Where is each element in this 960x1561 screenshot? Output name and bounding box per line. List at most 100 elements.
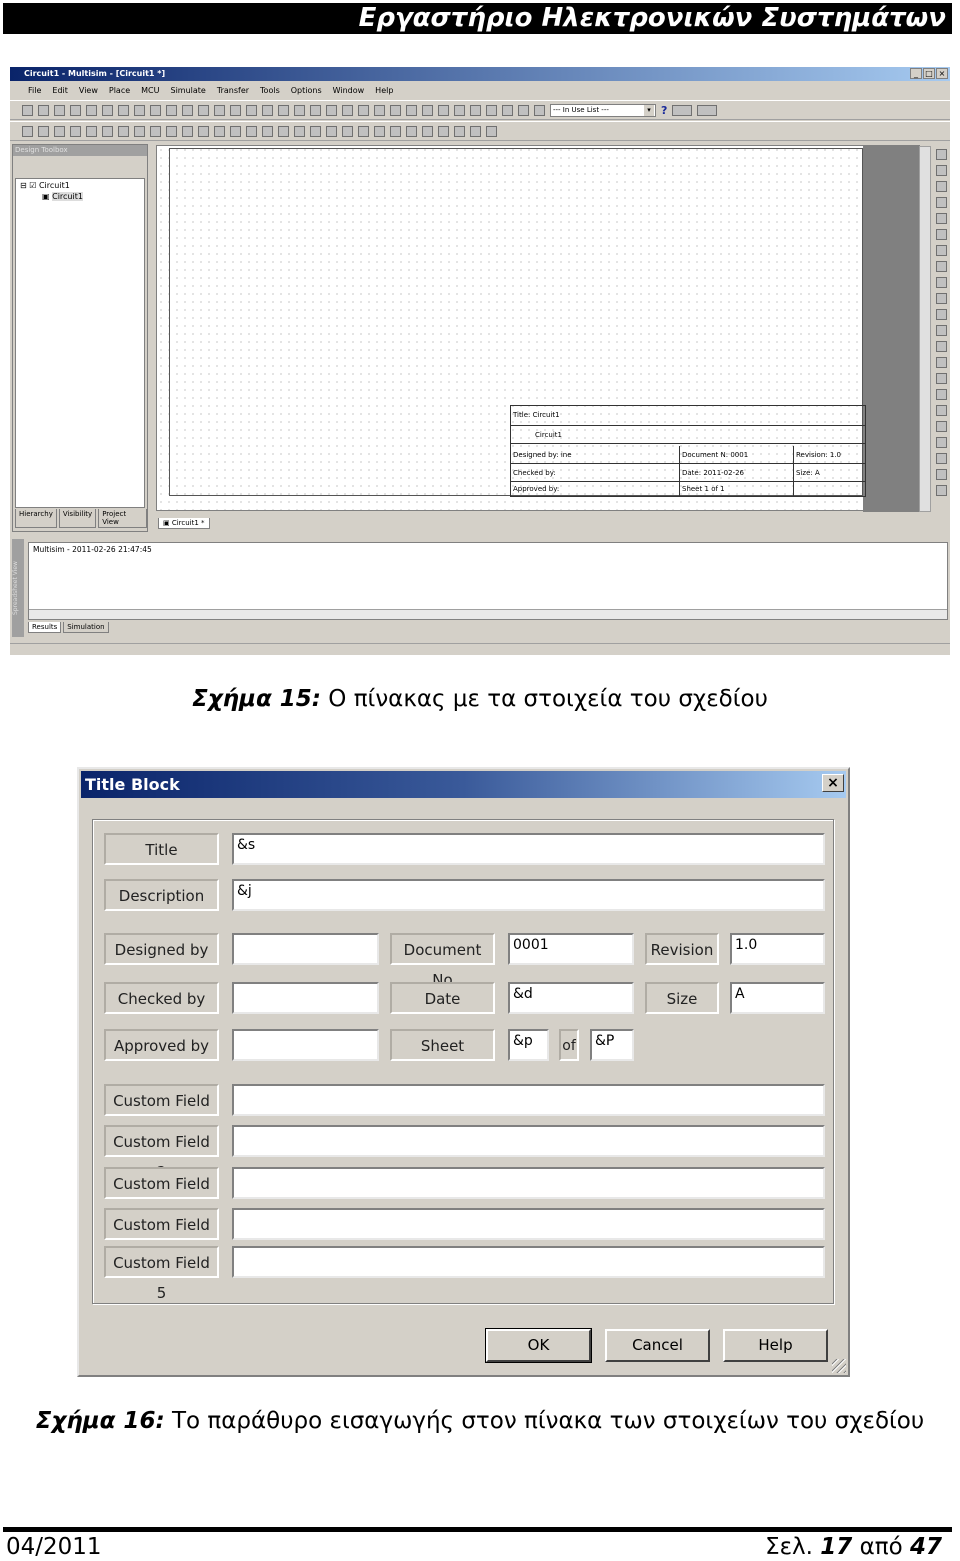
toolbar-button-icon[interactable] [422, 104, 433, 116]
sheet-total-input[interactable]: &P [590, 1029, 634, 1061]
toolbar-button-icon[interactable] [438, 125, 449, 137]
toolbar-button-icon[interactable] [342, 125, 353, 137]
menu-transfer[interactable]: Transfer [217, 83, 249, 98]
close-button[interactable]: × [822, 774, 844, 792]
menu-file[interactable]: File [28, 83, 41, 98]
toolbar-button-icon[interactable] [22, 104, 33, 116]
toolbar-button-icon[interactable] [326, 104, 337, 116]
custom-field-5-input[interactable] [232, 1246, 825, 1278]
title-block[interactable]: Title: Circuit1 Circuit1 Designed by: in… [510, 405, 866, 497]
toolbar-button-icon[interactable] [182, 104, 193, 116]
toolbar-button-icon[interactable] [150, 125, 161, 137]
instrument-icon[interactable] [935, 469, 947, 480]
custom-field-1-input[interactable] [232, 1084, 825, 1116]
cancel-button[interactable]: Cancel [605, 1329, 710, 1362]
toolbar-button-icon[interactable] [454, 104, 465, 116]
toolbar-button-icon[interactable] [278, 125, 289, 137]
tree-item-child[interactable]: ▣ Circuit1 [16, 192, 144, 201]
instrument-icon[interactable] [935, 277, 947, 288]
instrument-icon[interactable] [935, 485, 947, 496]
help-icon[interactable]: ? [661, 104, 667, 117]
toolbar-button-icon[interactable] [486, 104, 497, 116]
toolbar-button-icon[interactable] [310, 125, 321, 137]
menu-view[interactable]: View [79, 83, 98, 98]
instrument-icon[interactable] [935, 373, 947, 384]
toolbar-button-icon[interactable] [214, 125, 225, 137]
menu-mcu[interactable]: MCU [141, 83, 159, 98]
document-no-input[interactable]: 0001 [508, 933, 634, 965]
instrument-icon[interactable] [935, 389, 947, 400]
toolbar-button-icon[interactable] [310, 104, 321, 116]
instrument-icon[interactable] [935, 421, 947, 432]
tab-simulation[interactable]: Simulation [63, 622, 109, 633]
toolbar-button-icon[interactable] [54, 104, 65, 116]
toolbar-button-icon[interactable] [294, 104, 305, 116]
toolbar-button-icon[interactable] [198, 125, 209, 137]
toolbar-button-icon[interactable] [134, 125, 145, 137]
toolbar-button-icon[interactable] [697, 104, 718, 116]
custom-field-4-input[interactable] [232, 1208, 825, 1240]
date-input[interactable]: &d [508, 982, 634, 1014]
size-input[interactable]: A [730, 982, 825, 1014]
toolbar-button-icon[interactable] [102, 104, 113, 116]
toolbar-button-icon[interactable] [166, 104, 177, 116]
instrument-icon[interactable] [935, 261, 947, 272]
menu-tools[interactable]: Tools [260, 83, 280, 98]
toolbar-button-icon[interactable] [262, 125, 273, 137]
toolbar-button-icon[interactable] [294, 125, 305, 137]
toolbar-button-icon[interactable] [118, 125, 129, 137]
toolbar-button-icon[interactable] [278, 104, 289, 116]
toolbar-button-icon[interactable] [406, 125, 417, 137]
menu-place[interactable]: Place [109, 83, 130, 98]
toolbar-button-icon[interactable] [454, 125, 465, 137]
tab-visibility[interactable]: Visibility [58, 509, 97, 528]
toolbar-button-icon[interactable] [118, 104, 129, 116]
toolbar-button-icon[interactable] [246, 125, 257, 137]
toolbar-button-icon[interactable] [534, 104, 545, 116]
toolbar-button-icon[interactable] [70, 104, 81, 116]
toolbar-button-icon[interactable] [134, 104, 145, 116]
ok-button[interactable]: OK [485, 1328, 592, 1363]
toolbar-button-icon[interactable] [150, 104, 161, 116]
tab-project-view[interactable]: Project View [98, 509, 147, 528]
toolbar-button-icon[interactable] [86, 104, 97, 116]
instrument-icon[interactable] [935, 197, 947, 208]
toolbar-button-icon[interactable] [358, 104, 369, 116]
toolbar-button-icon[interactable] [374, 125, 385, 137]
toolbar-button-icon[interactable] [390, 125, 401, 137]
toolbar-button-icon[interactable] [182, 125, 193, 137]
toolbar-button-icon[interactable] [102, 125, 113, 137]
toolbar-button-icon[interactable] [518, 104, 529, 116]
menu-window[interactable]: Window [333, 83, 365, 98]
instrument-icon[interactable] [935, 149, 947, 160]
toolbar-button-icon[interactable] [166, 125, 177, 137]
toolbar-button-icon[interactable] [86, 125, 97, 137]
instrument-icon[interactable] [935, 245, 947, 256]
instrument-icon[interactable] [935, 165, 947, 176]
toolbar-button-icon[interactable] [358, 125, 369, 137]
toolbar-button-icon[interactable] [38, 104, 49, 116]
toolbar-button-icon[interactable] [54, 125, 65, 137]
tab-results[interactable]: Results [28, 622, 62, 633]
instrument-icon[interactable] [935, 325, 947, 336]
instrument-icon[interactable] [935, 293, 947, 304]
in-use-list-dropdown[interactable]: --- In Use List --- [550, 103, 656, 117]
output-horizontal-scrollbar[interactable] [29, 609, 947, 619]
toolbar-button-icon[interactable] [470, 104, 481, 116]
instrument-icon[interactable] [935, 309, 947, 320]
approved-by-input[interactable] [232, 1029, 379, 1061]
toolbar-button-icon[interactable] [214, 104, 225, 116]
toolbar-button-icon[interactable] [230, 125, 241, 137]
description-input[interactable]: &j [232, 879, 825, 911]
menu-options[interactable]: Options [291, 83, 322, 98]
toolbar-button-icon[interactable] [374, 104, 385, 116]
menu-simulate[interactable]: Simulate [171, 83, 206, 98]
schematic-canvas[interactable]: Title: Circuit1 Circuit1 Designed by: in… [156, 145, 931, 512]
instrument-icon[interactable] [935, 341, 947, 352]
instrument-icon[interactable] [935, 181, 947, 192]
sheet-input[interactable]: &p [508, 1029, 549, 1061]
instrument-icon[interactable] [935, 453, 947, 464]
tab-hierarchy[interactable]: Hierarchy [15, 509, 57, 528]
toolbar-button-icon[interactable] [422, 125, 433, 137]
toolbar-button-icon[interactable] [406, 104, 417, 116]
